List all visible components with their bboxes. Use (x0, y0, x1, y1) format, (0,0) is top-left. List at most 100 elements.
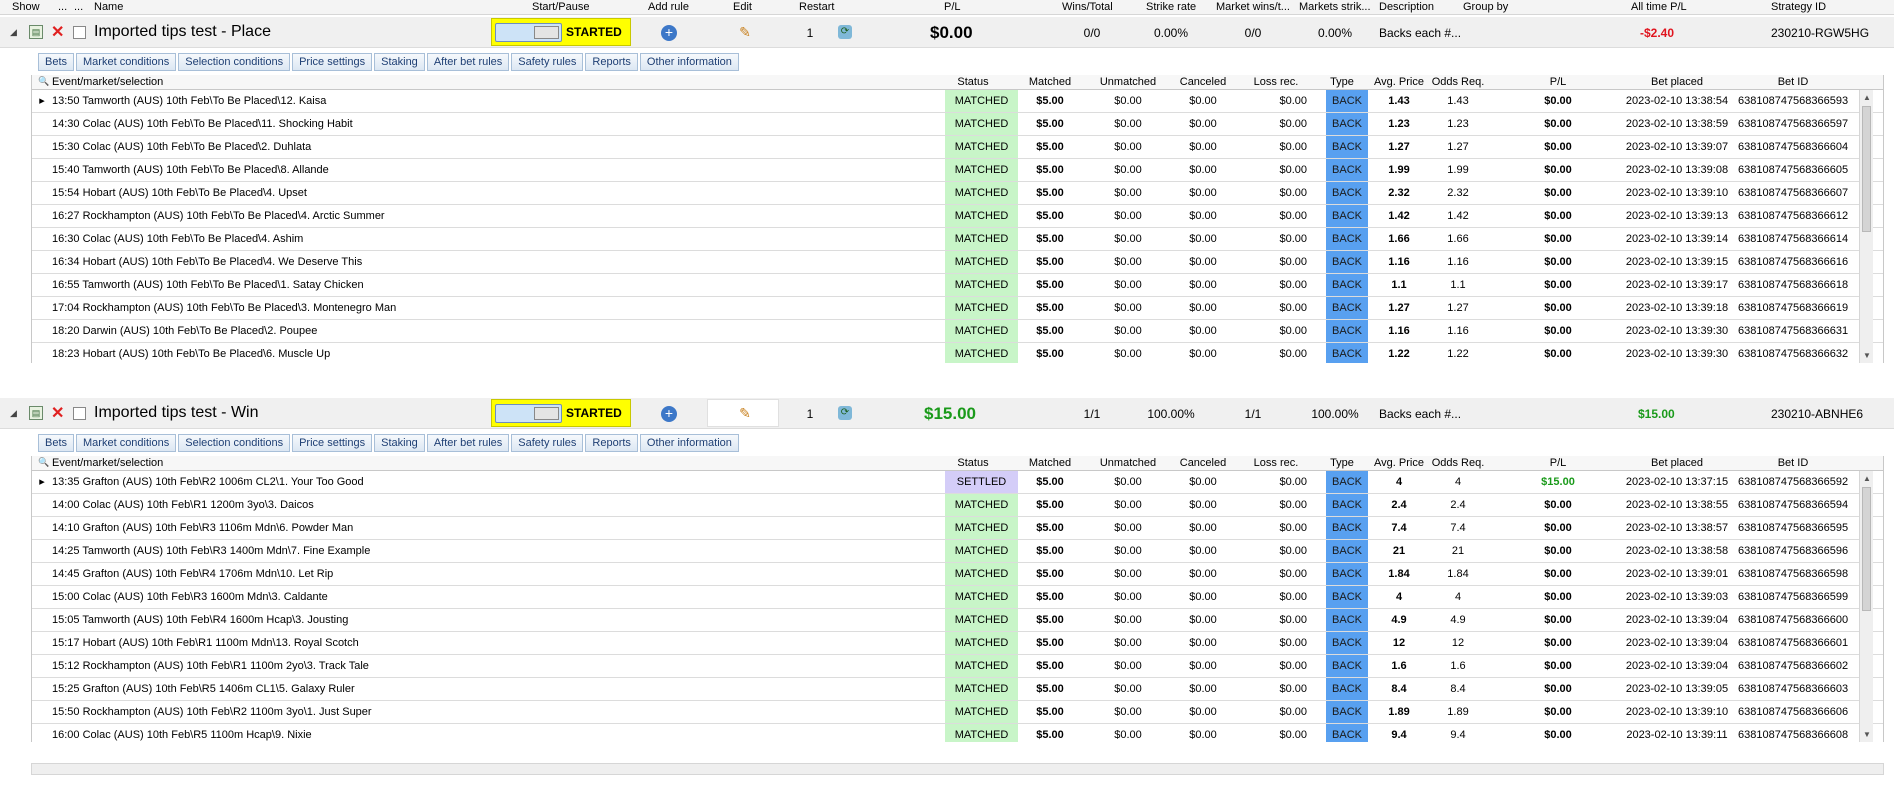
scroll-thumb[interactable] (1862, 106, 1871, 232)
start-pause-toggle[interactable]: STARTED (491, 399, 631, 427)
col-dots-1[interactable]: ... (58, 1, 67, 13)
bet-row[interactable]: 15:12 Rockhampton (AUS) 10th Feb\R1 1100… (32, 655, 1883, 678)
bet-row[interactable]: 15:50 Rockhampton (AUS) 10th Feb\R2 1100… (32, 701, 1883, 724)
horizontal-scrollbar[interactable] (31, 763, 1884, 775)
col-pl[interactable]: P/L (1488, 76, 1628, 88)
col-pl[interactable]: P/L (1488, 457, 1628, 469)
export-icon[interactable]: ▤ (29, 25, 43, 39)
tab-reports[interactable]: Reports (585, 434, 638, 452)
bet-row[interactable]: 15:25 Grafton (AUS) 10th Feb\R5 1406m CL… (32, 678, 1883, 701)
bet-row[interactable]: 14:25 Tamworth (AUS) 10th Feb\R3 1400m M… (32, 540, 1883, 563)
bet-row[interactable]: 17:04 Rockhampton (AUS) 10th Feb\To Be P… (32, 297, 1883, 320)
col-type[interactable]: Type (1322, 457, 1362, 469)
collapse-triangle-icon[interactable]: ◢ (10, 27, 17, 38)
bet-row[interactable]: 18:23 Hobart (AUS) 10th Feb\To Be Placed… (32, 343, 1883, 363)
col-event[interactable]: Event/market/selection (52, 76, 163, 88)
strategy-row[interactable]: ◢ ▤ ✕ Imported tips test - Place STARTED… (0, 17, 1894, 48)
col-odds-req[interactable]: Odds Req. (1428, 76, 1488, 88)
toggle-knob[interactable] (534, 26, 559, 39)
tab-other-information[interactable]: Other information (639, 53, 739, 71)
col-pl[interactable]: P/L (944, 1, 961, 13)
bet-row[interactable]: 15:54 Hobart (AUS) 10th Feb\To Be Placed… (32, 182, 1883, 205)
search-icon[interactable]: 🔍 (38, 76, 49, 87)
toggle-knob[interactable] (534, 407, 559, 420)
col-loss-rec[interactable]: Loss rec. (1241, 76, 1311, 88)
search-icon[interactable]: 🔍 (38, 457, 49, 468)
col-market-wins[interactable]: Market wins/t... (1216, 1, 1290, 13)
col-name[interactable]: Name (94, 1, 123, 13)
toggle-switch[interactable] (495, 23, 562, 42)
col-avg-price[interactable]: Avg. Price (1369, 457, 1429, 469)
tab-safety-rules[interactable]: Safety rules (511, 434, 584, 452)
tab-bets[interactable]: Bets (38, 53, 75, 71)
tab-after-bet-rules[interactable]: After bet rules (426, 434, 510, 452)
bet-row[interactable]: ▸ 13:50 Tamworth (AUS) 10th Feb\To Be Pla… (32, 90, 1883, 113)
export-icon[interactable]: ▤ (29, 406, 43, 420)
tab-selection-conditions[interactable]: Selection conditions (178, 53, 291, 71)
add-rule-icon[interactable]: + (661, 406, 677, 422)
col-type[interactable]: Type (1322, 76, 1362, 88)
toggle-switch[interactable] (495, 404, 562, 423)
col-odds-req[interactable]: Odds Req. (1428, 457, 1488, 469)
bet-row[interactable]: 14:30 Colac (AUS) 10th Feb\To Be Placed\… (32, 113, 1883, 136)
tab-after-bet-rules[interactable]: After bet rules (426, 53, 510, 71)
col-avg-price[interactable]: Avg. Price (1369, 76, 1429, 88)
edit-icon[interactable]: ✎ (736, 404, 754, 422)
col-strategy-id[interactable]: Strategy ID (1771, 1, 1826, 13)
bet-row[interactable]: 15:00 Colac (AUS) 10th Feb\R3 1600m Mdn\… (32, 586, 1883, 609)
bet-row[interactable]: 16:30 Colac (AUS) 10th Feb\To Be Placed\… (32, 228, 1883, 251)
restart-icon[interactable]: ⟳ (838, 406, 852, 420)
scroll-up-icon[interactable]: ▲ (1863, 93, 1871, 102)
bet-row[interactable]: ▸ 13:35 Grafton (AUS) 10th Feb\R2 1006m C… (32, 471, 1883, 494)
add-rule-icon[interactable]: + (661, 25, 677, 41)
vertical-scrollbar[interactable]: ▲ ▼ (1859, 90, 1873, 363)
tab-price-settings[interactable]: Price settings (292, 53, 373, 71)
col-unmatched[interactable]: Unmatched (1090, 76, 1166, 88)
col-wins-total[interactable]: Wins/Total (1062, 1, 1113, 13)
col-status[interactable]: Status (945, 457, 1001, 469)
col-matched[interactable]: Matched (1015, 76, 1085, 88)
scroll-up-icon[interactable]: ▲ (1863, 474, 1871, 483)
col-add-rule[interactable]: Add rule (648, 1, 689, 13)
strategy-row[interactable]: ◢ ▤ ✕ Imported tips test - Win STARTED +… (0, 398, 1894, 429)
col-show[interactable]: Show (12, 1, 40, 13)
bet-row[interactable]: 16:34 Hobart (AUS) 10th Feb\To Be Placed… (32, 251, 1883, 274)
delete-icon[interactable]: ✕ (51, 403, 64, 423)
col-matched[interactable]: Matched (1015, 457, 1085, 469)
bet-row[interactable]: 18:20 Darwin (AUS) 10th Feb\To Be Placed… (32, 320, 1883, 343)
col-loss-rec[interactable]: Loss rec. (1241, 457, 1311, 469)
col-status[interactable]: Status (945, 76, 1001, 88)
scroll-thumb[interactable] (1862, 487, 1871, 611)
select-checkbox[interactable] (73, 407, 86, 420)
edit-icon[interactable]: ✎ (736, 23, 754, 41)
col-dots-2[interactable]: ... (74, 1, 83, 13)
bet-row[interactable]: 15:30 Colac (AUS) 10th Feb\To Be Placed\… (32, 136, 1883, 159)
bet-row[interactable]: 16:55 Tamworth (AUS) 10th Feb\To Be Plac… (32, 274, 1883, 297)
bet-row[interactable]: 14:45 Grafton (AUS) 10th Feb\R4 1706m Md… (32, 563, 1883, 586)
tab-other-information[interactable]: Other information (639, 434, 739, 452)
bet-row[interactable]: 15:17 Hobart (AUS) 10th Feb\R1 1100m Mdn… (32, 632, 1883, 655)
bet-row[interactable]: 16:00 Colac (AUS) 10th Feb\R5 1100m Hcap… (32, 724, 1883, 742)
col-start-pause[interactable]: Start/Pause (532, 1, 589, 13)
restart-icon[interactable]: ⟳ (838, 25, 852, 39)
col-all-time-pl[interactable]: All time P/L (1631, 1, 1687, 13)
tab-price-settings[interactable]: Price settings (292, 434, 373, 452)
col-restart[interactable]: Restart (799, 1, 834, 13)
col-edit[interactable]: Edit (733, 1, 752, 13)
tab-bets[interactable]: Bets (38, 434, 75, 452)
tab-staking[interactable]: Staking (374, 53, 425, 71)
vertical-scrollbar[interactable]: ▲ ▼ (1859, 471, 1873, 742)
collapse-triangle-icon[interactable]: ◢ (10, 408, 17, 419)
select-checkbox[interactable] (73, 26, 86, 39)
bet-row[interactable]: 15:05 Tamworth (AUS) 10th Feb\R4 1600m H… (32, 609, 1883, 632)
scroll-down-icon[interactable]: ▼ (1863, 730, 1871, 739)
tab-selection-conditions[interactable]: Selection conditions (178, 434, 291, 452)
col-canceled[interactable]: Canceled (1168, 76, 1238, 88)
tab-market-conditions[interactable]: Market conditions (76, 434, 177, 452)
col-bet-placed[interactable]: Bet placed (1612, 457, 1742, 469)
col-event[interactable]: Event/market/selection (52, 457, 163, 469)
col-group-by[interactable]: Group by (1463, 1, 1508, 13)
bet-row[interactable]: 16:27 Rockhampton (AUS) 10th Feb\To Be P… (32, 205, 1883, 228)
col-description[interactable]: Description (1379, 1, 1434, 13)
col-strike-rate[interactable]: Strike rate (1146, 1, 1196, 13)
